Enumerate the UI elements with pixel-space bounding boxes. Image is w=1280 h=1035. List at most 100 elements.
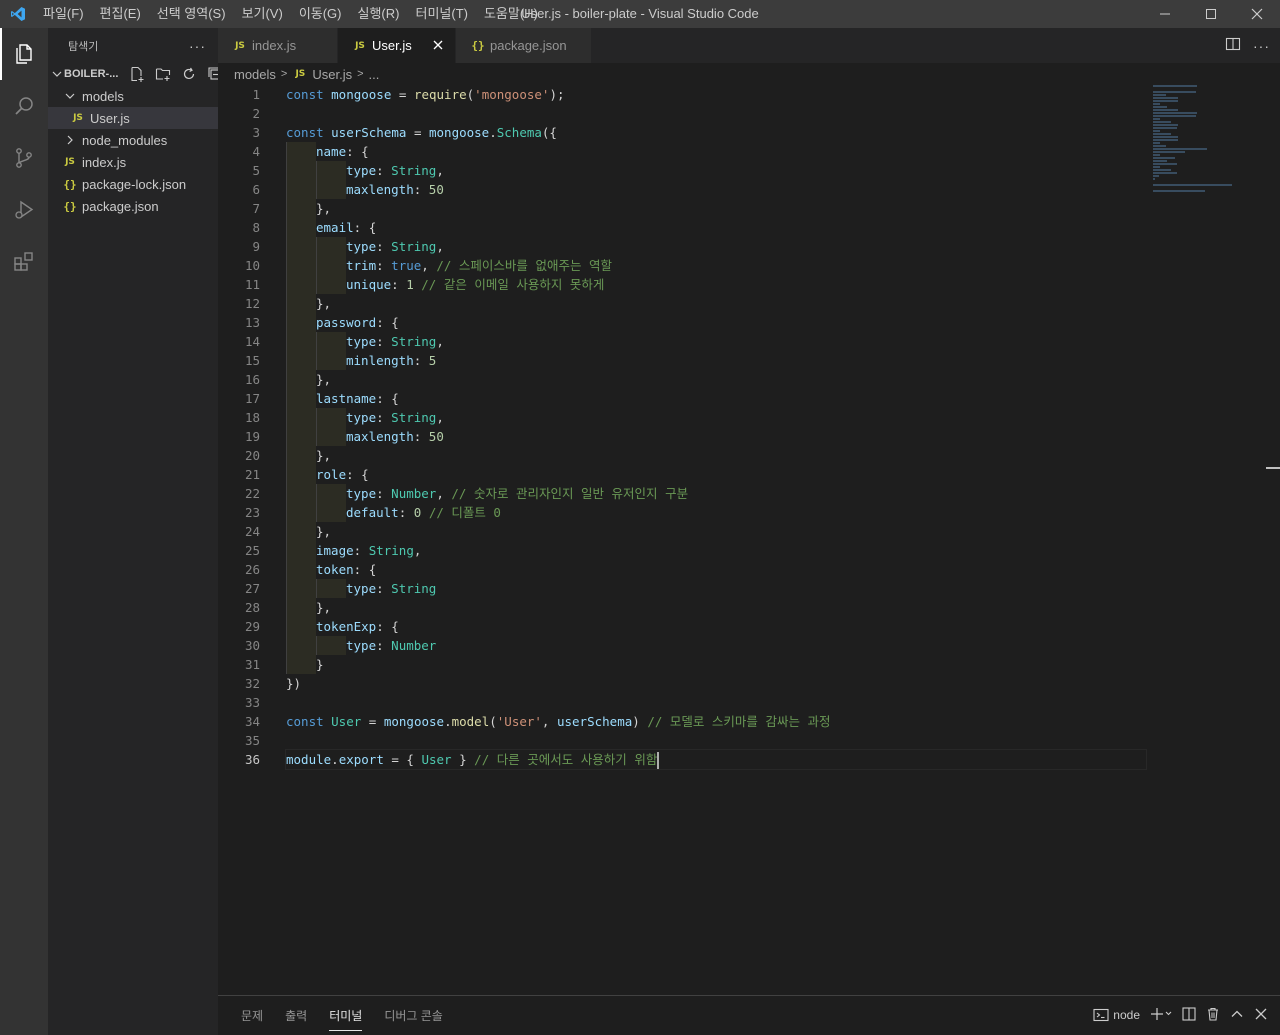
close-tab-button[interactable] <box>429 36 447 54</box>
code-line[interactable]: }, <box>286 598 1146 617</box>
tree-file-user-js[interactable]: JS User.js <box>48 107 218 129</box>
code-line[interactable]: type: String, <box>286 237 1146 256</box>
code-line[interactable] <box>286 731 1146 750</box>
code-line[interactable]: email: { <box>286 218 1146 237</box>
menu-selection[interactable]: 선택 영역(S) <box>149 0 234 28</box>
code-line[interactable]: default: 0 // 디폴트 0 <box>286 503 1146 522</box>
code-line[interactable]: name: { <box>286 142 1146 161</box>
code-line[interactable]: unique: 1 // 같은 이메일 사용하지 못하게 <box>286 275 1146 294</box>
maximize-panel-button[interactable] <box>1230 1007 1244 1024</box>
code-content[interactable]: const mongoose = require('mongoose'); con… <box>285 85 1147 770</box>
tree-file-index-js[interactable]: JS index.js <box>48 151 218 173</box>
code-line[interactable]: type: String, <box>286 161 1146 180</box>
tree-folder-node-modules[interactable]: node_modules <box>48 129 218 151</box>
breadcrumb-symbol[interactable]: ... <box>369 67 380 82</box>
minimap-line <box>1153 157 1175 159</box>
code-line[interactable] <box>286 693 1146 712</box>
code-line[interactable]: }, <box>286 294 1146 313</box>
code-line[interactable]: type: Number, // 숫자로 관리자인지 일반 유저인지 구분 <box>286 484 1146 503</box>
code-line[interactable]: password: { <box>286 313 1146 332</box>
more-actions-button[interactable]: ··· <box>1253 38 1270 54</box>
indent-guide <box>286 389 316 408</box>
code-line[interactable]: module.export = { User } // 다른 곳에서도 사용하기… <box>285 749 1147 770</box>
json-file-icon: {} <box>63 177 77 191</box>
new-file-button[interactable] <box>126 63 148 85</box>
menu-file[interactable]: 파일(F) <box>35 0 92 28</box>
run-debug-activity-button[interactable] <box>0 184 48 236</box>
code-line[interactable]: minlength: 5 <box>286 351 1146 370</box>
panel-tab-terminal[interactable]: 터미널 <box>318 997 373 1035</box>
kill-terminal-button[interactable] <box>1206 1007 1220 1024</box>
indent-guide <box>286 446 316 465</box>
code-line[interactable]: trim: true, // 스페이스바를 없애주는 역할 <box>286 256 1146 275</box>
menu-terminal[interactable]: 터미널(T) <box>407 0 475 28</box>
new-folder-button[interactable] <box>152 63 174 85</box>
new-terminal-button[interactable] <box>1150 1007 1172 1024</box>
minimap-line <box>1153 166 1161 168</box>
code-line[interactable]: const userSchema = mongoose.Schema({ <box>286 123 1146 142</box>
workspace-folder-row[interactable]: BOILER-... <box>48 63 221 85</box>
close-panel-button[interactable] <box>1254 1007 1268 1024</box>
code-line[interactable]: token: { <box>286 560 1146 579</box>
refresh-button[interactable] <box>178 63 200 85</box>
minimap-line <box>1153 163 1177 165</box>
close-window-button[interactable] <box>1234 0 1280 28</box>
code-line[interactable]: maxlength: 50 <box>286 427 1146 446</box>
code-line[interactable]: type: String, <box>286 332 1146 351</box>
code-line[interactable]: tokenExp: { <box>286 617 1146 636</box>
tab-package-json[interactable]: {} package.json <box>456 28 592 63</box>
maximize-button[interactable] <box>1188 0 1234 28</box>
code-line[interactable]: }, <box>286 446 1146 465</box>
code-token: ( <box>489 714 497 729</box>
code-line[interactable]: } <box>286 655 1146 674</box>
menu-edit[interactable]: 편집(E) <box>92 0 149 28</box>
code-line[interactable]: type: Number <box>286 636 1146 655</box>
code-line[interactable] <box>286 104 1146 123</box>
code-line[interactable]: image: String, <box>286 541 1146 560</box>
split-editor-button[interactable] <box>1225 36 1241 55</box>
minimap[interactable] <box>1153 85 1268 192</box>
search-activity-button[interactable] <box>0 80 48 132</box>
menu-go[interactable]: 이동(G) <box>291 0 350 28</box>
menu-help[interactable]: 도움말(H) <box>476 0 546 28</box>
code-line[interactable]: type: String <box>286 579 1146 598</box>
menu-view[interactable]: 보기(V) <box>234 0 291 28</box>
chevron-up-icon <box>1231 1010 1243 1017</box>
code-line[interactable]: maxlength: 50 <box>286 180 1146 199</box>
code-line[interactable]: const mongoose = require('mongoose'); <box>286 85 1146 104</box>
tree-file-package-lock-json[interactable]: {} package-lock.json <box>48 173 218 195</box>
extensions-activity-button[interactable] <box>0 236 48 288</box>
code-editor[interactable]: 1 2 3 4 5 6 7 8 9 10 11 12 13 14 15 16 17 18 19 20 21 22 23 24 2… <box>218 85 1280 995</box>
breadcrumb-folder[interactable]: models <box>234 67 276 82</box>
panel-tab-problems[interactable]: 문제 <box>230 997 274 1035</box>
line-number: 6 <box>252 182 260 197</box>
explorer-activity-button[interactable] <box>0 28 48 80</box>
more-actions-button[interactable]: ··· <box>189 38 206 54</box>
code-line[interactable]: }, <box>286 522 1146 541</box>
breadcrumb-file[interactable]: User.js <box>312 67 352 82</box>
code-line[interactable]: role: { <box>286 465 1146 484</box>
tab-user-js[interactable]: JS User.js <box>338 28 456 63</box>
code-line[interactable]: }) <box>286 674 1146 693</box>
split-terminal-button[interactable] <box>1182 1006 1196 1024</box>
terminal-selector[interactable]: node <box>1093 1008 1140 1022</box>
code-token: Number <box>391 638 437 653</box>
tree-folder-models[interactable]: models <box>48 85 218 107</box>
code-line[interactable]: lastname: { <box>286 389 1146 408</box>
minimize-button[interactable] <box>1142 0 1188 28</box>
minimap-line <box>1153 85 1198 87</box>
code-line[interactable]: type: String, <box>286 408 1146 427</box>
code-line[interactable]: }, <box>286 199 1146 218</box>
panel-tab-output[interactable]: 출력 <box>274 997 318 1035</box>
code-token: : <box>376 334 392 349</box>
breadcrumb: models > JS User.js > ... <box>218 63 1280 85</box>
source-control-icon <box>16 148 32 168</box>
minimap-line <box>1153 127 1177 129</box>
source-control-activity-button[interactable] <box>0 132 48 184</box>
tree-file-package-json[interactable]: {} package.json <box>48 195 218 217</box>
tab-index-js[interactable]: JS index.js <box>218 28 338 63</box>
panel-tab-debug-console[interactable]: 디버그 콘솔 <box>373 997 454 1035</box>
code-line[interactable]: const User = mongoose.model('User', user… <box>286 712 1146 731</box>
menu-run[interactable]: 실행(R) <box>350 0 408 28</box>
code-line[interactable]: }, <box>286 370 1146 389</box>
